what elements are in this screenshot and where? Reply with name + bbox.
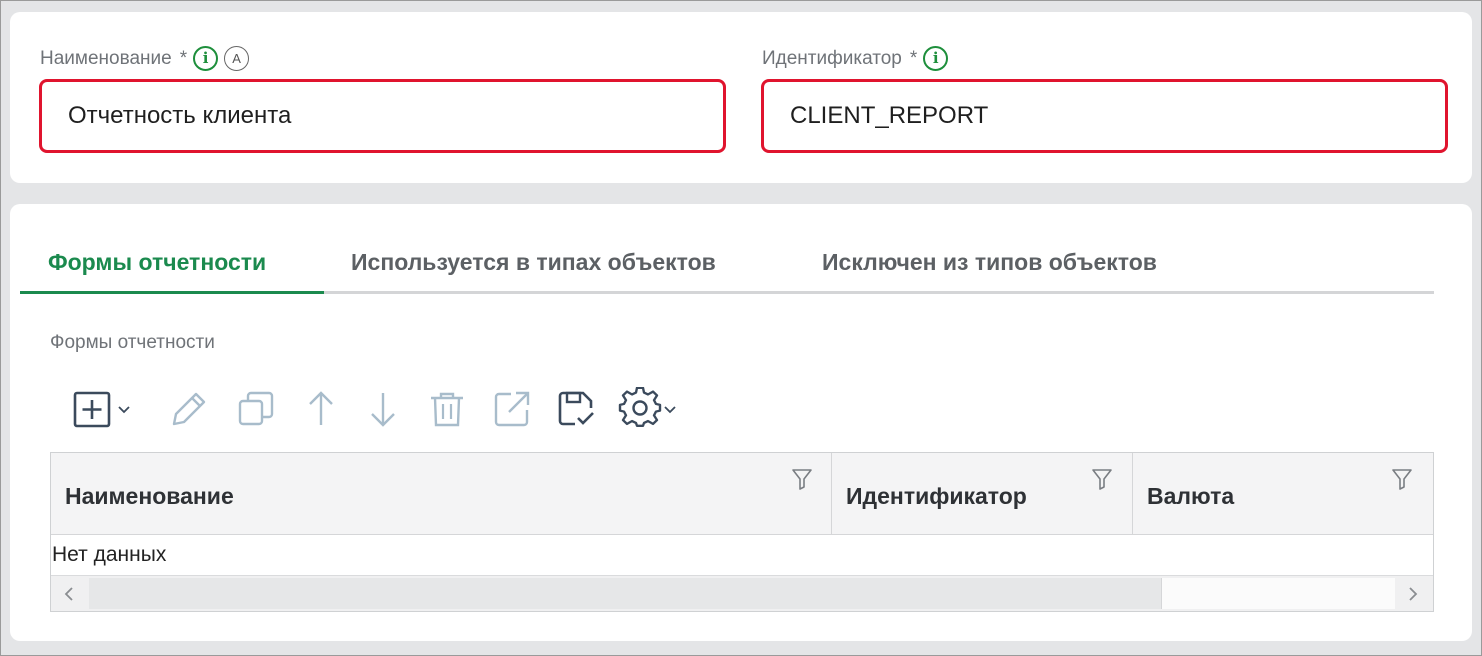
tab-label: Формы отчетности [48,248,267,275]
scrollbar-thumb[interactable] [89,578,1161,609]
settings-icon [618,387,662,427]
scroll-right-button[interactable] [1395,576,1431,612]
save-button[interactable] [555,386,597,432]
column-title: Наименование [65,483,234,509]
name-input-value: Отчетность клиента [68,102,292,129]
filter-icon[interactable] [1391,467,1413,491]
info-icon[interactable]: i [923,46,949,71]
active-tab-indicator [20,291,324,294]
column-title: Идентификатор [846,483,1027,509]
move-down-icon [371,393,395,427]
chevron-right-icon [1409,587,1418,601]
tab-used-in-object-types[interactable]: Используется в типах объектов [351,230,716,294]
column-header-identifier[interactable]: Идентификатор [832,453,1133,535]
chevron-down-icon[interactable] [116,401,132,417]
identifier-input-value: CLIENT_REPORT [790,102,989,129]
move-down-button[interactable] [362,386,404,432]
tab-excluded-from-object-types[interactable]: Исключен из типов объектов [822,230,1157,294]
scrollbar-track[interactable] [1161,578,1395,609]
column-title: Валюта [1147,483,1235,509]
name-field-label: Наименование * i A [40,46,250,71]
chevron-left-icon [64,587,73,601]
id-field-label-text: Идентификатор [762,47,902,69]
auto-translate-icon[interactable]: A [224,46,250,71]
add-icon [73,391,111,428]
section-label: Формы отчетности [50,332,215,353]
tab-label: Исключен из типов объектов [822,248,1157,275]
column-header-name[interactable]: Наименование [51,453,832,535]
move-up-button[interactable] [300,386,342,432]
tab-label: Используется в типах объектов [351,248,716,275]
table-header: Наименование Идентификатор Валюта [51,453,1433,535]
id-field-label: Идентификатор * i [762,46,949,71]
edit-button[interactable] [168,386,210,432]
copy-icon [238,391,274,426]
chevron-down-icon[interactable] [662,401,678,417]
save-check-icon [558,391,594,426]
name-input[interactable]: Отчетность клиента [39,79,726,153]
header-form-card: Наименование * i A Отчетность клиента Ид… [10,12,1472,183]
add-button[interactable] [72,386,132,432]
filter-icon[interactable] [791,467,813,491]
delete-icon [431,392,463,427]
tab-report-forms[interactable]: Формы отчетности [48,230,266,294]
name-field-label-text: Наименование [40,47,172,69]
scroll-left-button[interactable] [51,576,87,612]
report-forms-table: Наименование Идентификатор Валюта Нет да… [50,452,1434,612]
required-mark: * [179,47,188,69]
horizontal-scrollbar[interactable] [51,575,1433,611]
move-up-icon [309,391,333,425]
info-icon[interactable]: i [193,46,219,71]
open-external-icon [494,391,530,427]
tab-bar: Формы отчетности Используется в типах об… [20,230,1434,294]
identifier-input[interactable]: CLIENT_REPORT [761,79,1448,153]
edit-icon [172,392,206,426]
required-mark: * [909,47,918,69]
main-card: Формы отчетности Используется в типах об… [10,204,1472,641]
settings-button[interactable] [618,386,678,432]
empty-state-text: Нет данных [52,543,167,566]
open-external-button[interactable] [491,386,533,432]
filter-icon[interactable] [1091,467,1113,491]
delete-button[interactable] [426,386,468,432]
copy-button[interactable] [235,386,277,432]
column-header-currency[interactable]: Валюта [1133,453,1433,535]
